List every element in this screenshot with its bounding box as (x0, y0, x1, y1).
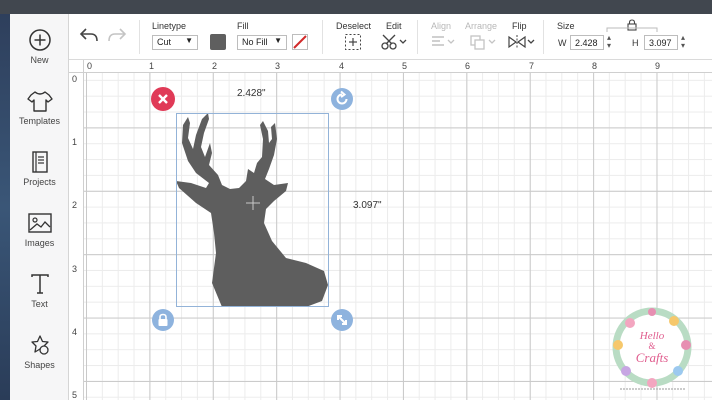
desktop-background-edge (0, 14, 10, 400)
sidebar-item-label: Templates (18, 116, 61, 126)
align-icon[interactable] (430, 35, 456, 49)
chevron-down-icon: ▼ (185, 36, 193, 45)
height-dimension-label: 3.097" (353, 200, 382, 211)
fill-value: No Fill (242, 37, 268, 47)
toolbar-separator (417, 20, 418, 54)
fill-label: Fill (237, 21, 249, 31)
height-label: H (632, 38, 639, 48)
toolbar-separator (543, 20, 544, 54)
resize-diagonal-icon (331, 309, 353, 331)
ruler-corner (69, 60, 84, 73)
edit-label: Edit (386, 21, 402, 31)
image-icon (27, 213, 52, 233)
flip-label: Flip (512, 21, 527, 31)
book-icon (31, 151, 48, 173)
rotate-icon (331, 88, 353, 110)
linetype-label: Linetype (152, 21, 187, 31)
sidebar-item-new[interactable]: New (10, 28, 69, 86)
plus-circle-icon (28, 29, 51, 51)
height-stepper[interactable]: ▴ ▾ (681, 34, 685, 50)
lock-link-bracket-icon (606, 27, 658, 32)
arrange-label: Arrange (465, 21, 498, 31)
tshirt-icon (26, 91, 53, 112)
redo-icon[interactable] (107, 27, 127, 43)
linetype-value: Cut (157, 37, 172, 47)
deselect-label: Deselect (336, 21, 372, 31)
width-label: W (558, 38, 567, 48)
sidebar-item-label: Projects (23, 177, 56, 187)
text-icon (30, 274, 49, 294)
edit-toolbar: Linetype Cut ▼ Fill No Fill ▼ Deselect E… (69, 14, 712, 60)
ruler-tick-label: 4 (339, 61, 345, 71)
sidebar-item-shapes[interactable]: Shapes (10, 333, 69, 391)
sidebar-item-projects[interactable]: Projects (10, 150, 69, 208)
linetype-select[interactable]: Cut ▼ (152, 35, 198, 50)
ruler-tick-label: 1 (72, 137, 78, 147)
delete-handle[interactable] (151, 87, 175, 111)
lock-proportions-handle[interactable] (152, 309, 174, 331)
selection-bounding-box[interactable] (176, 113, 329, 307)
ruler-left: 0 1 2 3 4 5 (69, 73, 84, 400)
close-icon (151, 87, 175, 111)
scissors-edit-icon[interactable] (381, 33, 407, 51)
ruler-tick-label: 5 (402, 61, 408, 71)
left-sidebar: New Templates Projects Images Text Shape… (10, 14, 69, 400)
height-input[interactable] (644, 35, 678, 50)
rotate-handle[interactable] (331, 88, 353, 110)
ruler-tick-label: 3 (72, 264, 78, 274)
ruler-top: 0 1 2 3 4 5 6 7 8 9 (84, 60, 712, 73)
ruler-tick-label: 2 (72, 200, 78, 210)
ruler-tick-label: 1 (149, 61, 155, 71)
linetype-color-swatch[interactable] (210, 34, 226, 50)
sidebar-item-label: Shapes (24, 360, 55, 370)
sidebar-item-text[interactable]: Text (10, 272, 69, 330)
sidebar-item-label: Images (24, 238, 55, 248)
ruler-tick-label: 8 (592, 61, 598, 71)
sidebar-item-label: New (30, 55, 49, 65)
sidebar-item-templates[interactable]: Templates (10, 89, 69, 147)
shapes-icon (30, 335, 49, 355)
ruler-tick-label: 4 (72, 327, 78, 337)
no-fill-swatch-icon[interactable] (292, 34, 308, 50)
fill-select[interactable]: No Fill ▼ (237, 35, 287, 50)
width-dimension-label: 2.428" (237, 88, 266, 99)
ruler-tick-label: 2 (212, 61, 218, 71)
width-stepper[interactable]: ▴ ▾ (607, 34, 611, 50)
toolbar-separator (322, 20, 323, 54)
ruler-tick-label: 5 (72, 390, 78, 400)
resize-handle[interactable] (331, 309, 353, 331)
chevron-down-icon: ▼ (274, 36, 282, 45)
window-title-bar (0, 0, 712, 14)
align-label: Align (431, 21, 452, 31)
arrange-icon[interactable] (469, 34, 497, 50)
flip-icon[interactable] (507, 34, 535, 50)
ruler-tick-label: 3 (275, 61, 281, 71)
ruler-tick-label: 0 (72, 74, 78, 84)
sidebar-item-images[interactable]: Images (10, 211, 69, 269)
undo-icon[interactable] (79, 27, 99, 43)
size-label: Size (557, 21, 575, 31)
ruler-tick-label: 9 (655, 61, 661, 71)
width-input[interactable] (570, 35, 604, 50)
logo-text-crafts: Crafts (636, 350, 669, 365)
floral-wreath-logo: Hello & Crafts (610, 305, 695, 395)
toolbar-separator (139, 20, 140, 54)
deselect-icon[interactable] (344, 33, 362, 51)
ruler-tick-label: 0 (87, 61, 93, 71)
sidebar-item-label: Text (31, 299, 48, 309)
lock-icon (152, 309, 174, 331)
ruler-tick-label: 7 (529, 61, 535, 71)
ruler-tick-label: 6 (465, 61, 471, 71)
